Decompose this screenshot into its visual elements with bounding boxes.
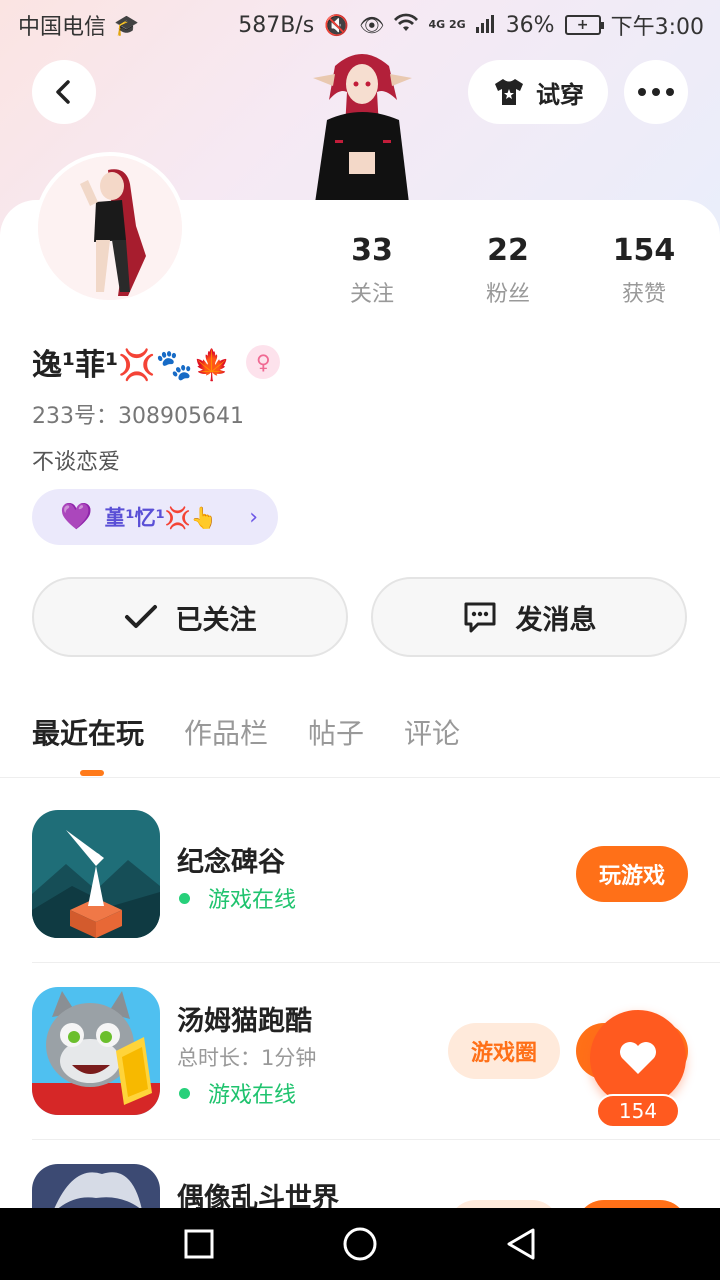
chevron-right-icon: › — [249, 504, 258, 530]
eye-icon: 👁 — [359, 13, 385, 37]
game-status-label: 游戏在线 — [208, 1083, 297, 1108]
carrier-label: 中国电信 — [18, 15, 107, 40]
followed-button[interactable]: 已关注 — [32, 577, 348, 657]
game-playtime: 总时长：1分钟 — [177, 1046, 317, 1070]
tabs-divider — [0, 777, 720, 778]
more-button[interactable] — [624, 60, 688, 124]
female-gender-icon: ♀ — [246, 345, 281, 379]
nickname: 逸¹菲¹💢🐾🍁 — [32, 348, 231, 383]
following-label: 关注 — [349, 282, 394, 307]
back-triangle-icon[interactable] — [505, 1227, 537, 1261]
nickname-row: 逸¹菲¹💢🐾🍁 ♀ — [32, 340, 281, 384]
game-title: 偶像乱斗世界 — [177, 1183, 339, 1208]
battery-icon: + — [564, 15, 604, 35]
followed-label: 已关注 — [175, 604, 257, 636]
system-navigation-bar — [0, 1208, 720, 1280]
profile-tabs: 最近在玩 作品栏 帖子 评论 — [32, 712, 460, 756]
clock: 下午3:00 — [610, 15, 704, 40]
game-icon-monument-valley — [32, 810, 160, 938]
avatar[interactable] — [34, 152, 186, 304]
game-row[interactable]: 纪念碑谷 游戏在线 玩游戏 — [32, 810, 720, 940]
followers-count: 22 — [487, 233, 529, 268]
more-dots-icon — [638, 88, 674, 96]
following-count: 33 — [351, 233, 393, 268]
game-circle-button[interactable]: 游戏圈 — [448, 1023, 560, 1079]
row-divider — [32, 962, 720, 963]
signature: 不谈恋爱 — [32, 450, 121, 475]
likes-label: 获赞 — [621, 282, 666, 307]
mute-icon: 🔇 — [324, 13, 350, 37]
active-tab-indicator — [80, 770, 104, 776]
game-online-status: 游戏在线 — [177, 882, 296, 914]
online-dot-icon — [179, 1087, 190, 1099]
graduation-cap-icon: 🎓 — [114, 13, 139, 37]
game-online-status: 游戏在线 — [177, 1077, 296, 1109]
recents-square-icon[interactable] — [183, 1228, 215, 1260]
network-type-label: 4G 2G — [428, 18, 466, 31]
stat-likes[interactable]: 154 获赞 — [576, 232, 712, 308]
try-on-label: 试穿 — [536, 80, 584, 109]
partner-badge[interactable]: 💜 堇¹忆¹💢👆 › — [32, 489, 278, 545]
row-divider — [32, 1139, 720, 1140]
tab-recently-played[interactable]: 最近在玩 — [32, 712, 144, 756]
send-message-button[interactable]: 发消息 — [371, 577, 687, 657]
chat-bubble-icon — [464, 602, 495, 633]
avatar-image — [38, 156, 182, 300]
net-speed: 587B/s — [238, 12, 315, 38]
like-bubble — [590, 1010, 686, 1106]
send-message-label: 发消息 — [515, 604, 597, 636]
game-row[interactable]: 偶像乱斗世界 — [32, 1164, 720, 1208]
tab-works[interactable]: 作品栏 — [184, 712, 268, 756]
avatar-figure-image — [313, 54, 412, 203]
battery-percent: 36% — [505, 12, 555, 38]
likes-count: 154 — [612, 233, 676, 268]
back-button[interactable] — [32, 60, 96, 124]
try-on-button[interactable]: 试穿 — [468, 60, 608, 124]
signal-icon — [475, 13, 496, 38]
game-status-label: 游戏在线 — [208, 888, 297, 913]
followers-label: 粉丝 — [485, 282, 530, 307]
game-icon-talking-tom — [32, 987, 160, 1115]
status-bar: 中国电信 🎓 587B/s 🔇 👁 4G 2G 36% + 下午3:00 — [0, 0, 720, 50]
stats-row: 33 关注 22 粉丝 154 获赞 — [304, 232, 712, 308]
chevron-left-icon — [56, 80, 70, 104]
stat-followers[interactable]: 22 粉丝 — [440, 232, 576, 308]
play-game-button[interactable]: 玩游戏 — [576, 846, 688, 902]
heart-icon — [620, 1042, 656, 1074]
tab-posts[interactable]: 帖子 — [308, 712, 364, 756]
double-heart-icon: 💜 — [60, 502, 93, 532]
tab-comments[interactable]: 评论 — [404, 712, 460, 756]
online-dot-icon — [179, 892, 190, 904]
partner-name: 堇¹忆¹💢👆 — [104, 506, 218, 530]
play-game-button[interactable] — [576, 1200, 688, 1208]
wifi-icon — [394, 13, 419, 38]
checkmark-icon — [124, 605, 157, 628]
game-circle-button[interactable] — [448, 1200, 560, 1208]
tshirt-icon — [495, 79, 523, 105]
game-title: 汤姆猫跑酷 — [177, 1006, 312, 1037]
game-title: 纪念碑谷 — [177, 847, 285, 878]
stat-following[interactable]: 33 关注 — [304, 232, 440, 308]
like-count: 154 — [596, 1094, 680, 1128]
game-icon-idol-brawl — [32, 1164, 160, 1208]
user-id: 233号：308905641 — [32, 404, 244, 429]
home-circle-icon[interactable] — [342, 1226, 378, 1262]
like-floating-button[interactable]: 154 — [588, 1010, 688, 1130]
